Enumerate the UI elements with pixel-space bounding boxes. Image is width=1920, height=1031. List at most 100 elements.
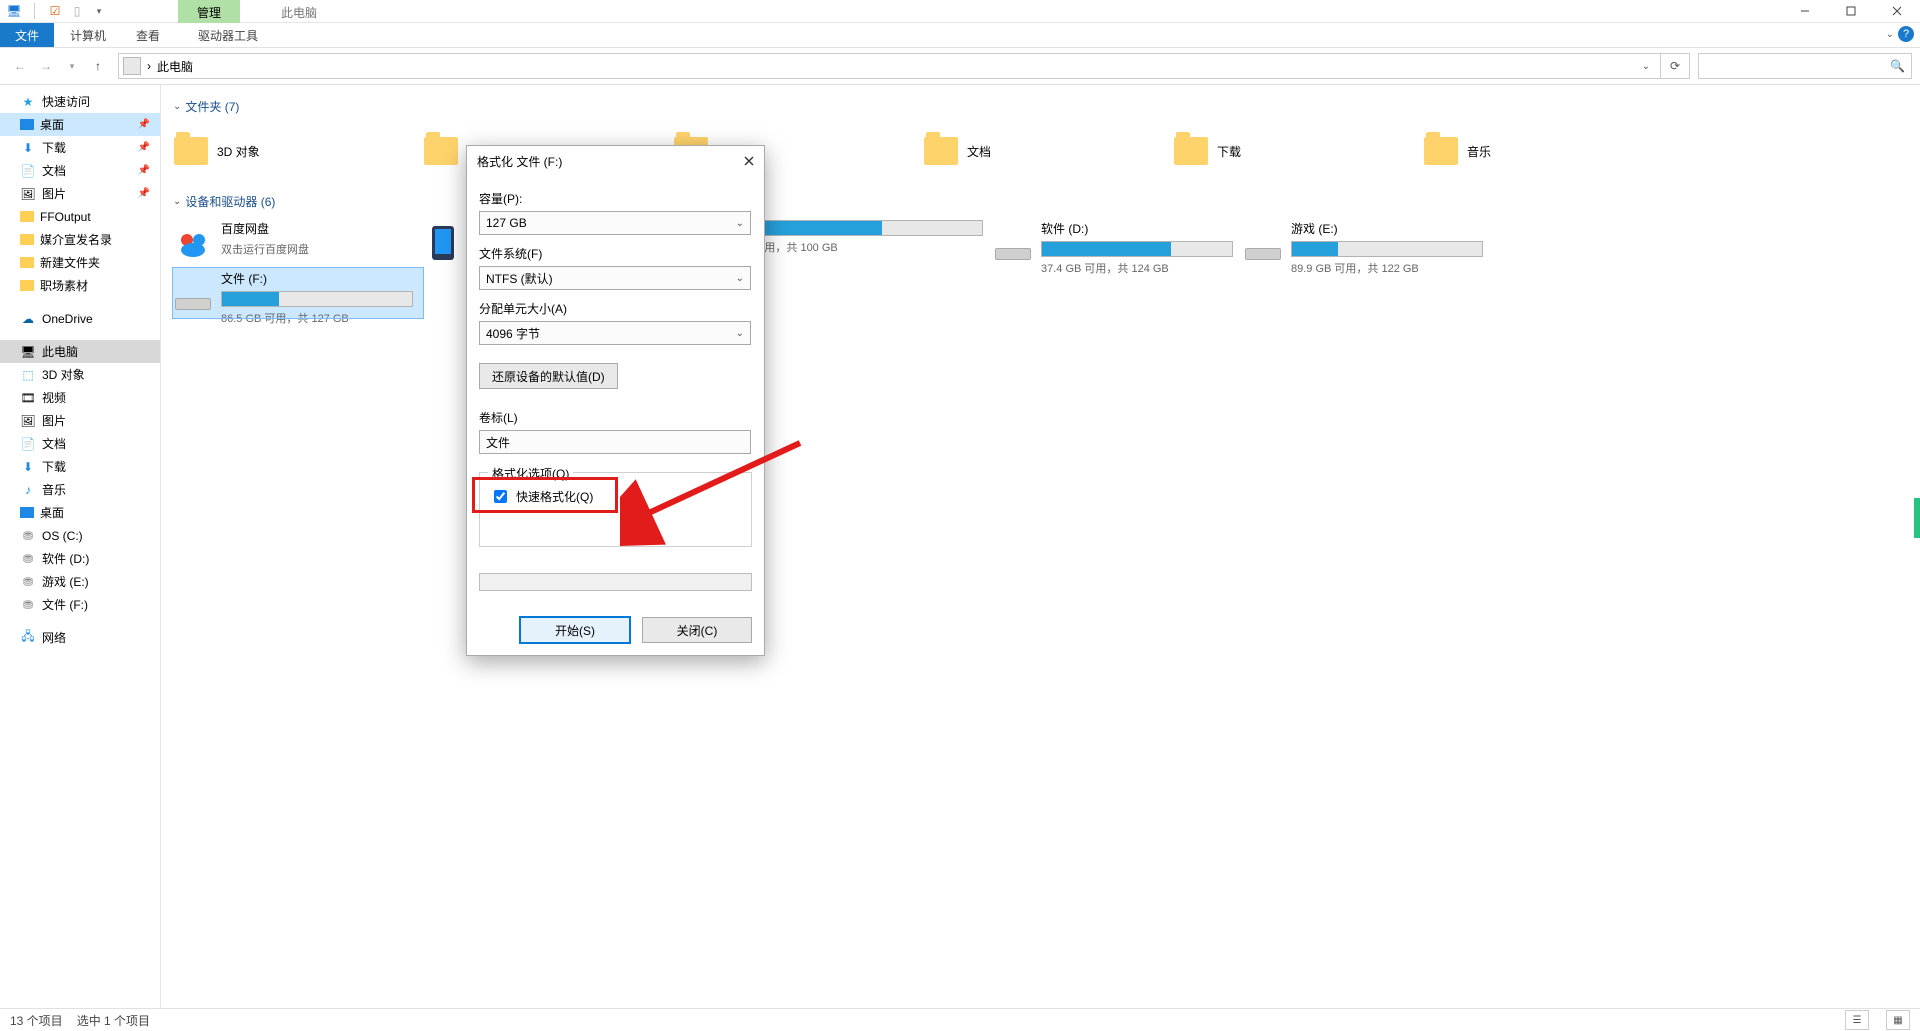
volume-label-input[interactable]: 文件 [479,430,751,454]
drive-tile-f[interactable]: 文件 (F:)86.5 GB 可用，共 127 GB [173,268,423,318]
minimize-button[interactable] [1782,0,1828,22]
sidebar-drive-d[interactable]: ⛃软件 (D:) [0,547,160,570]
qat-placeholder-icon[interactable]: ▯ [69,3,85,19]
nav-recent-dropdown[interactable]: ▾ [60,54,84,78]
downloads-icon: ⬇ [20,140,36,156]
folder-icon [1174,137,1208,165]
folder-icon [20,257,34,268]
drive-tile-d[interactable]: 软件 (D:)37.4 GB 可用，共 124 GB [993,218,1243,268]
folder-tile-music[interactable]: 音乐 [1423,123,1673,179]
start-button[interactable]: 开始(S) [520,617,630,643]
sidebar-pictures2[interactable]: 🖼图片 [0,409,160,432]
sidebar-item-label: 软件 (D:) [42,550,89,567]
dialog-titlebar[interactable]: 格式化 文件 (F:) [467,146,764,176]
ribbon-tab-view[interactable]: 查看 [121,23,175,47]
pictures-icon: 🖼 [20,186,36,202]
cube-icon: ⬚ [20,367,36,383]
drive-icon: ⛃ [20,597,36,613]
nav-forward-button[interactable]: → [34,54,58,78]
ribbon-collapse-icon[interactable]: ⌄ [1886,29,1894,40]
drive-subtext: 89.9 GB 可用，共 122 GB [1291,260,1483,276]
filesystem-select[interactable]: NTFS (默认)⌄ [479,266,751,290]
drive-icon: ⛃ [20,528,36,544]
close-button[interactable]: 关闭(C) [642,617,752,643]
drive-tile-c[interactable]: B 可用，共 100 GB [743,218,993,268]
folder-tile-documents[interactable]: 文档 [923,123,1173,179]
folder-icon [924,137,958,165]
network-icon: 🖧 [20,630,36,646]
sidebar-new-folder[interactable]: 新建文件夹 [0,251,160,274]
qat-checkbox-icon[interactable]: ☑ [47,3,63,19]
folder-tile-3d[interactable]: 3D 对象 [173,123,423,179]
sidebar-workplace[interactable]: 职场素材 [0,274,160,297]
pin-icon: 📌 [138,142,150,153]
sidebar-drive-e[interactable]: ⛃游戏 (E:) [0,570,160,593]
sidebar-music[interactable]: ♪音乐 [0,478,160,501]
status-bar: 13 个项目 选中 1 个项目 ☰ ▦ [0,1008,1920,1031]
sidebar-onedrive[interactable]: ☁OneDrive [0,307,160,330]
refresh-button[interactable]: ⟳ [1661,53,1690,79]
content-pane: ⌄文件夹 (7) 3D 对象 视频 图片 文档 下载 音乐 ⌄设备和驱动器 (6… [161,84,1920,1009]
sidebar-item-label: 桌面 [40,504,64,521]
view-tiles-button[interactable]: ▦ [1886,1010,1910,1030]
sidebar-this-pc[interactable]: 🖥此电脑 [0,340,160,363]
folder-tile-downloads[interactable]: 下载 [1173,123,1423,179]
pin-icon: 📌 [138,188,150,199]
sidebar-drive-f[interactable]: ⛃文件 (F:) [0,593,160,616]
quick-access-toolbar: 🖥 ☑ ▯ ▾ [0,3,107,19]
restore-defaults-button[interactable]: 还原设备的默认值(D) [479,363,618,389]
sidebar-videos[interactable]: 🎞视频 [0,386,160,409]
thispc-icon [123,57,141,75]
sidebar-ffoutput[interactable]: FFOutput [0,205,160,228]
address-bar[interactable]: › 此电脑 ⌄ [118,53,1661,79]
sidebar-pictures[interactable]: 🖼图片📌 [0,182,160,205]
sidebar-item-label: 职场素材 [40,277,88,294]
status-item-count: 13 个项目 [10,1012,63,1029]
sidebar-item-label: 图片 [42,412,66,429]
nav-up-button[interactable]: ↑ [86,54,110,78]
view-details-button[interactable]: ☰ [1845,1010,1869,1030]
context-tab-manage[interactable]: 管理 [178,0,240,23]
ribbon-tab-file[interactable]: 文件 [0,23,54,47]
drive-subtext: 37.4 GB 可用，共 124 GB [1041,260,1233,276]
help-button[interactable]: ? [1898,26,1914,42]
drive-tile-e[interactable]: 游戏 (E:)89.9 GB 可用，共 122 GB [1243,218,1493,268]
status-selected-count: 选中 1 个项目 [77,1012,150,1029]
allocation-select[interactable]: 4096 字节⌄ [479,321,751,345]
qat-dropdown-icon[interactable]: ▾ [91,3,107,19]
documents-icon: 📄 [20,163,36,179]
sidebar-3d-objects[interactable]: ⬚3D 对象 [0,363,160,386]
sidebar-documents[interactable]: 📄文档📌 [0,159,160,182]
documents-icon: 📄 [20,436,36,452]
close-button[interactable] [1874,0,1920,22]
sidebar-downloads2[interactable]: ⬇下载 [0,455,160,478]
pin-icon: 📌 [138,119,150,130]
search-box[interactable]: 🔍 [1698,53,1912,79]
capacity-select[interactable]: 127 GB⌄ [479,211,751,235]
sidebar-documents2[interactable]: 📄文档 [0,432,160,455]
usage-bar [221,291,413,307]
sidebar-quick-access[interactable]: ★快速访问 [0,90,160,113]
drive-name: 文件 (F:) [221,270,413,287]
sidebar-item-label: 新建文件夹 [40,254,100,271]
dialog-close-button[interactable] [740,152,758,170]
nav-back-button[interactable]: ← [8,54,32,78]
address-crumb[interactable]: 此电脑 [157,58,193,75]
sidebar-desktop[interactable]: 桌面📌 [0,113,160,136]
sidebar-desktop2[interactable]: 桌面 [0,501,160,524]
sidebar-item-label: OS (C:) [42,529,83,543]
sidebar-network[interactable]: 🖧网络 [0,626,160,649]
explorer-icon: 🖥 [6,3,22,19]
group-header-folders[interactable]: ⌄文件夹 (7) [173,98,1908,115]
sidebar-drive-c[interactable]: ⛃ OS (C:) [0,524,160,547]
context-tab-thispc[interactable]: 此电脑 [262,0,336,23]
sidebar-downloads[interactable]: ⬇下载📌 [0,136,160,159]
ribbon-tab-drive-tools[interactable]: 驱动器工具 [183,23,273,47]
group-header-drives[interactable]: ⌄设备和驱动器 (6) [173,193,1908,210]
address-dropdown-icon[interactable]: ⌄ [1636,61,1656,72]
drive-tile-baidu[interactable]: 百度网盘双击运行百度网盘 [173,218,423,268]
ribbon-tab-computer[interactable]: 计算机 [55,23,121,47]
maximize-button[interactable] [1828,0,1874,22]
sidebar-media-star[interactable]: 媒介宣发名录 [0,228,160,251]
folder-icon [20,211,34,222]
